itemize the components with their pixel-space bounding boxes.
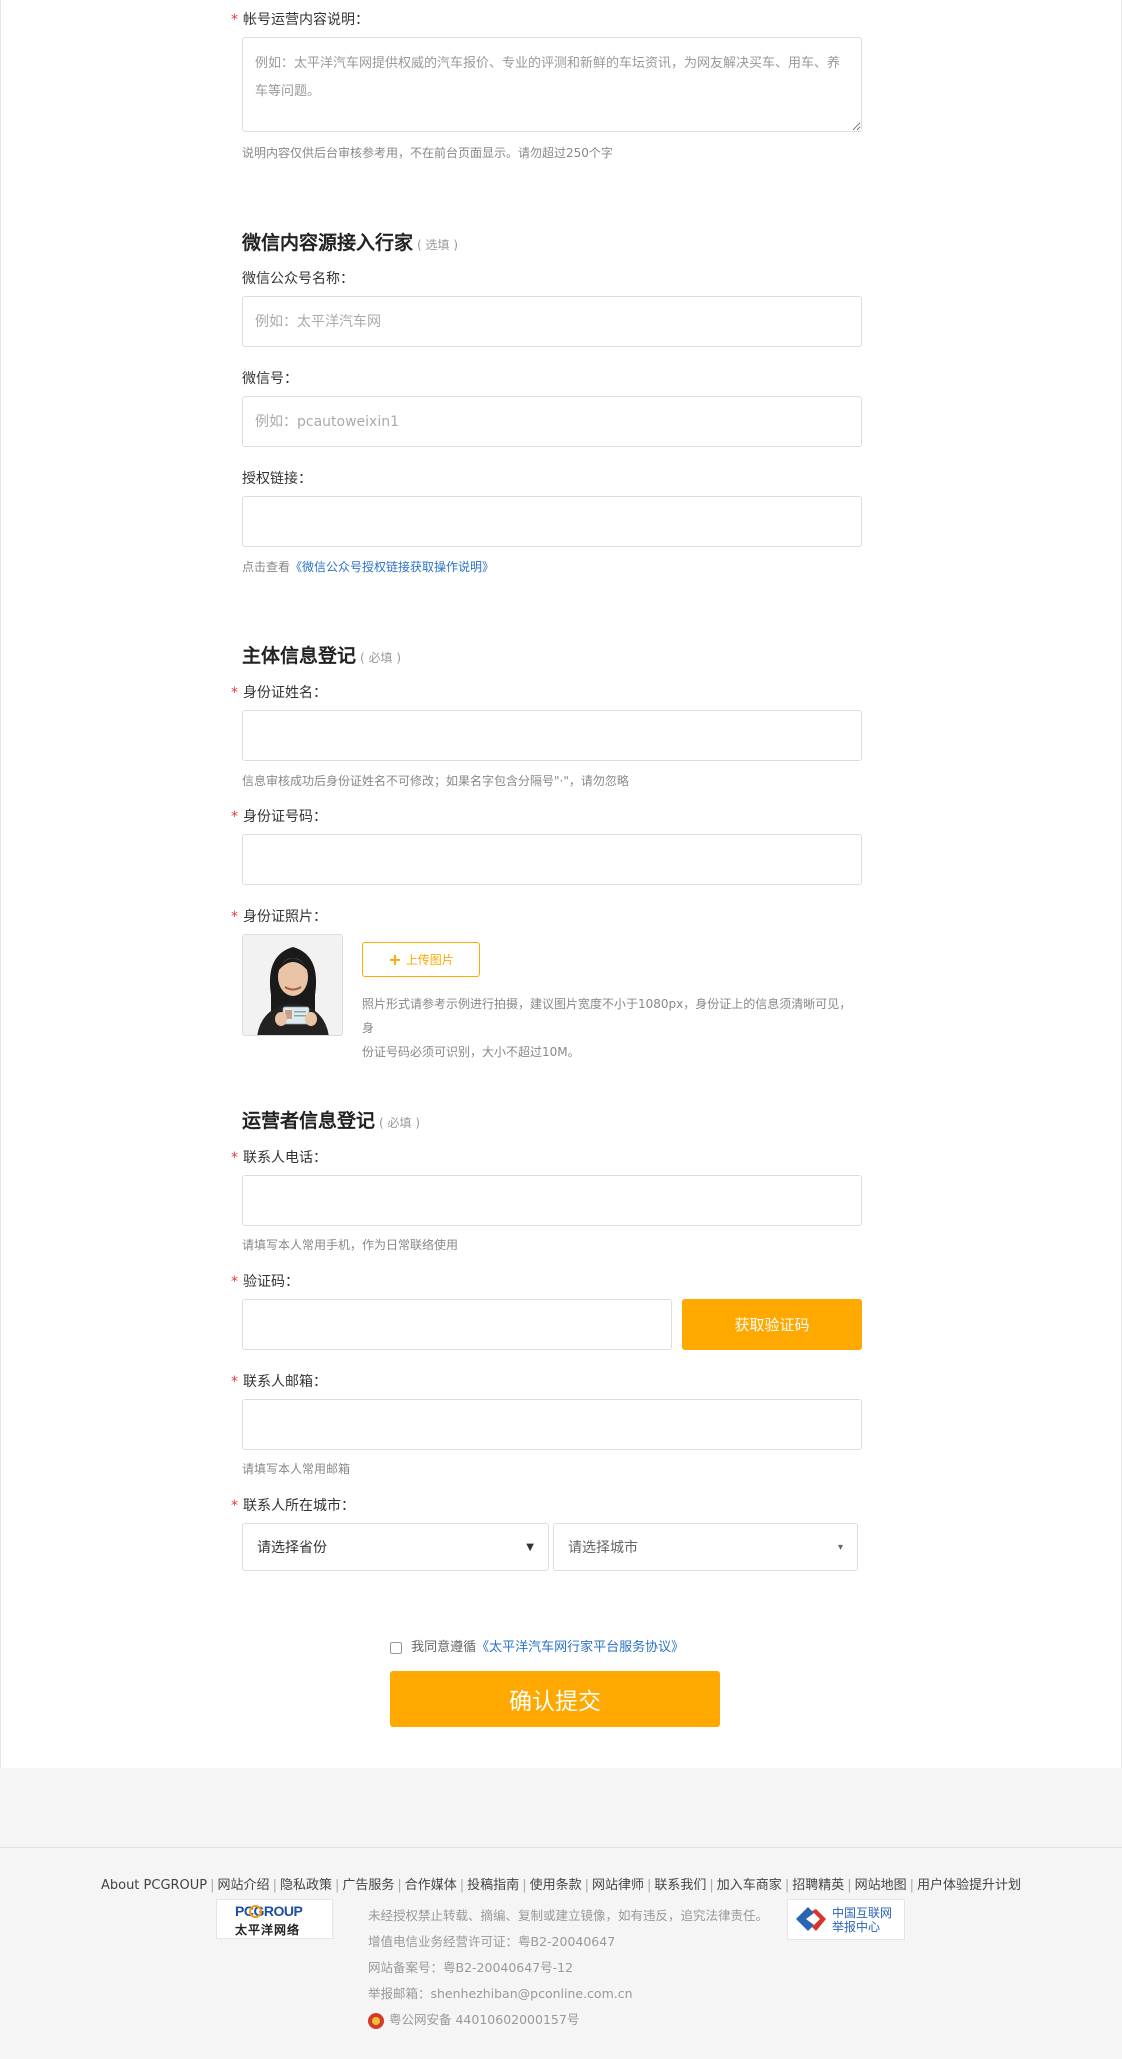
footer-license: 增值电信业务经营许可证：粤B2-20040647: [368, 1934, 616, 1949]
footer-link-separator: |: [784, 1878, 790, 1893]
province-select[interactable]: 请选择省份 ▼: [242, 1523, 549, 1571]
wechat-auth-hint: 点击查看《微信公众号授权链接获取操作说明》: [242, 560, 495, 574]
logo-text: PCGROUP: [235, 1903, 303, 1919]
footer-link[interactable]: 合作媒体: [405, 1878, 457, 1893]
footer-link-separator: |: [459, 1878, 465, 1893]
logo-subtext: 太平洋网络: [235, 1923, 301, 1937]
idname-input[interactable]: [242, 710, 862, 761]
get-code-button[interactable]: 获取验证码: [682, 1299, 862, 1350]
city-label: * 联系人所在城市：: [231, 1498, 355, 1514]
footer-link-separator: |: [709, 1878, 714, 1893]
footer-record: 网站备案号：粤B2-20040647号-12: [368, 1960, 574, 1975]
footer-link[interactable]: 用户体验提升计划: [917, 1878, 1021, 1893]
footer-link[interactable]: About PCGROUP: [101, 1878, 207, 1893]
footer-links: About PCGROUP | 网站介绍 | 隐私政策 | 广告服务 | 合作媒体 | 投稿指南 | 使…: [0, 1874, 1122, 1893]
footer-link[interactable]: 广告服务: [342, 1878, 394, 1893]
subject-section-note: ( 必填 ): [360, 651, 402, 665]
city-select[interactable]: 请选择城市 ▾: [553, 1523, 858, 1571]
phone-hint: 请填写本人常用手机，作为日常联络使用: [242, 1238, 459, 1252]
footer-link[interactable]: 招聘精英: [792, 1878, 844, 1893]
wechat-name-label: 微信公众号名称：: [242, 271, 354, 287]
upload-photo-button[interactable]: + 上传图片: [362, 942, 480, 977]
form-page: *帐号运营内容说明： 说明内容仅供后台审核参考用，不在前台页面显示。请勿超过25…: [0, 0, 1122, 1768]
footer-police-record: 粤公网安备 44010602000157号: [368, 2009, 579, 2029]
plus-icon: +: [388, 950, 402, 969]
idname-label: * 身份证姓名：: [231, 685, 327, 701]
wechat-auth-guide-link[interactable]: 《微信公众号授权链接获取操作说明》: [290, 560, 494, 574]
operator-section-title: 运营者信息登记( 必填 ): [242, 1110, 421, 1132]
footer-link[interactable]: 网站地图: [855, 1878, 907, 1893]
submit-button[interactable]: 确认提交: [390, 1671, 720, 1727]
footer-link[interactable]: 网站介绍: [218, 1878, 270, 1893]
wechat-name-input[interactable]: [242, 296, 862, 347]
report-center-text: 中国互联网 举报中心: [832, 1906, 893, 1934]
operator-section-note: ( 必填 ): [379, 1116, 421, 1130]
phone-label: * 联系人电话：: [231, 1150, 327, 1166]
wechat-auth-label: 授权链接：: [242, 471, 312, 487]
footer-link-separator: |: [647, 1878, 652, 1893]
code-label: * 验证码：: [231, 1274, 299, 1290]
photo-hint: 照片形式请参考示例进行拍摄，建议图片宽度不小于1080px，身份证上的信息须清晰…: [362, 997, 852, 1059]
footer-link-separator: |: [522, 1878, 527, 1893]
pcgroup-logo: PCGROUP 太平洋网络: [216, 1899, 333, 1939]
footer-link[interactable]: 加入车商家: [717, 1878, 782, 1893]
wechat-auth-input[interactable]: [242, 496, 862, 547]
agreement-row: 我同意遵循《太平洋汽车网行家平台服务协议》: [390, 1636, 684, 1655]
logo-ring-icon: [249, 1905, 262, 1918]
wechat-id-input[interactable]: [242, 396, 862, 447]
chevron-down-icon: ▾: [837, 1541, 843, 1553]
footer-link-separator: |: [334, 1878, 340, 1893]
account-desc-hint: 说明内容仅供后台审核参考用，不在前台页面显示。请勿超过250个字: [242, 146, 613, 160]
wechat-id-label: 微信号：: [242, 371, 298, 387]
idname-hint: 信息审核成功后身份证姓名不可修改；如果名字包含分隔号"·"，请勿忽略: [242, 774, 629, 788]
id-photo-example: [242, 934, 343, 1036]
footer-link-separator: |: [272, 1878, 277, 1893]
report-center-badge[interactable]: 中国互联网 举报中心: [787, 1899, 905, 1940]
footer-link[interactable]: 使用条款: [530, 1878, 582, 1893]
footer-link[interactable]: 投稿指南: [467, 1878, 519, 1893]
footer-link[interactable]: 网站律师: [592, 1878, 644, 1893]
footer-link[interactable]: 联系我们: [654, 1878, 706, 1893]
idnum-input[interactable]: [242, 834, 862, 885]
police-badge-icon: [368, 2012, 384, 2029]
footer-divider: [0, 1847, 1122, 1848]
account-desc-textarea[interactable]: [242, 37, 862, 132]
id-photo-example-image: [243, 935, 342, 1035]
wechat-section-title: 微信内容源接入行家( 选填 ): [242, 232, 459, 254]
email-input[interactable]: [242, 1399, 862, 1450]
footer-link-separator: |: [847, 1878, 852, 1893]
footer-copyright: 未经授权禁止转载、摘编、复制或建立镜像，如有违反，追究法律责任。: [368, 1908, 769, 1923]
email-hint: 请填写本人常用邮箱: [242, 1462, 351, 1476]
account-desc-label: * 帐号运营内容说明：: [231, 12, 369, 28]
agreement-link[interactable]: 《太平洋汽车网行家平台服务协议》: [476, 1640, 684, 1655]
subject-section-title: 主体信息登记( 必填 ): [242, 645, 402, 667]
wechat-section-note: ( 选填 ): [417, 238, 459, 252]
agreement-checkbox[interactable]: [390, 1641, 402, 1654]
footer-link-separator: |: [909, 1878, 915, 1893]
footer-report-email: 举报邮箱：shenhezhiban@pconline.com.cn: [368, 1986, 633, 2001]
footer-link-separator: |: [397, 1878, 402, 1893]
phone-input[interactable]: [242, 1175, 862, 1226]
footer-link-separator: |: [210, 1878, 215, 1893]
chevron-down-icon: ▼: [526, 1541, 534, 1553]
idphoto-label: * 身份证照片：: [231, 909, 327, 925]
email-label: * 联系人邮箱：: [231, 1374, 327, 1390]
idnum-label: * 身份证号码：: [231, 809, 327, 825]
footer-link[interactable]: 隐私政策: [280, 1878, 332, 1893]
report-center-icon: [796, 1907, 826, 1931]
verification-code-input[interactable]: [242, 1299, 672, 1350]
footer-link-separator: |: [584, 1878, 589, 1893]
